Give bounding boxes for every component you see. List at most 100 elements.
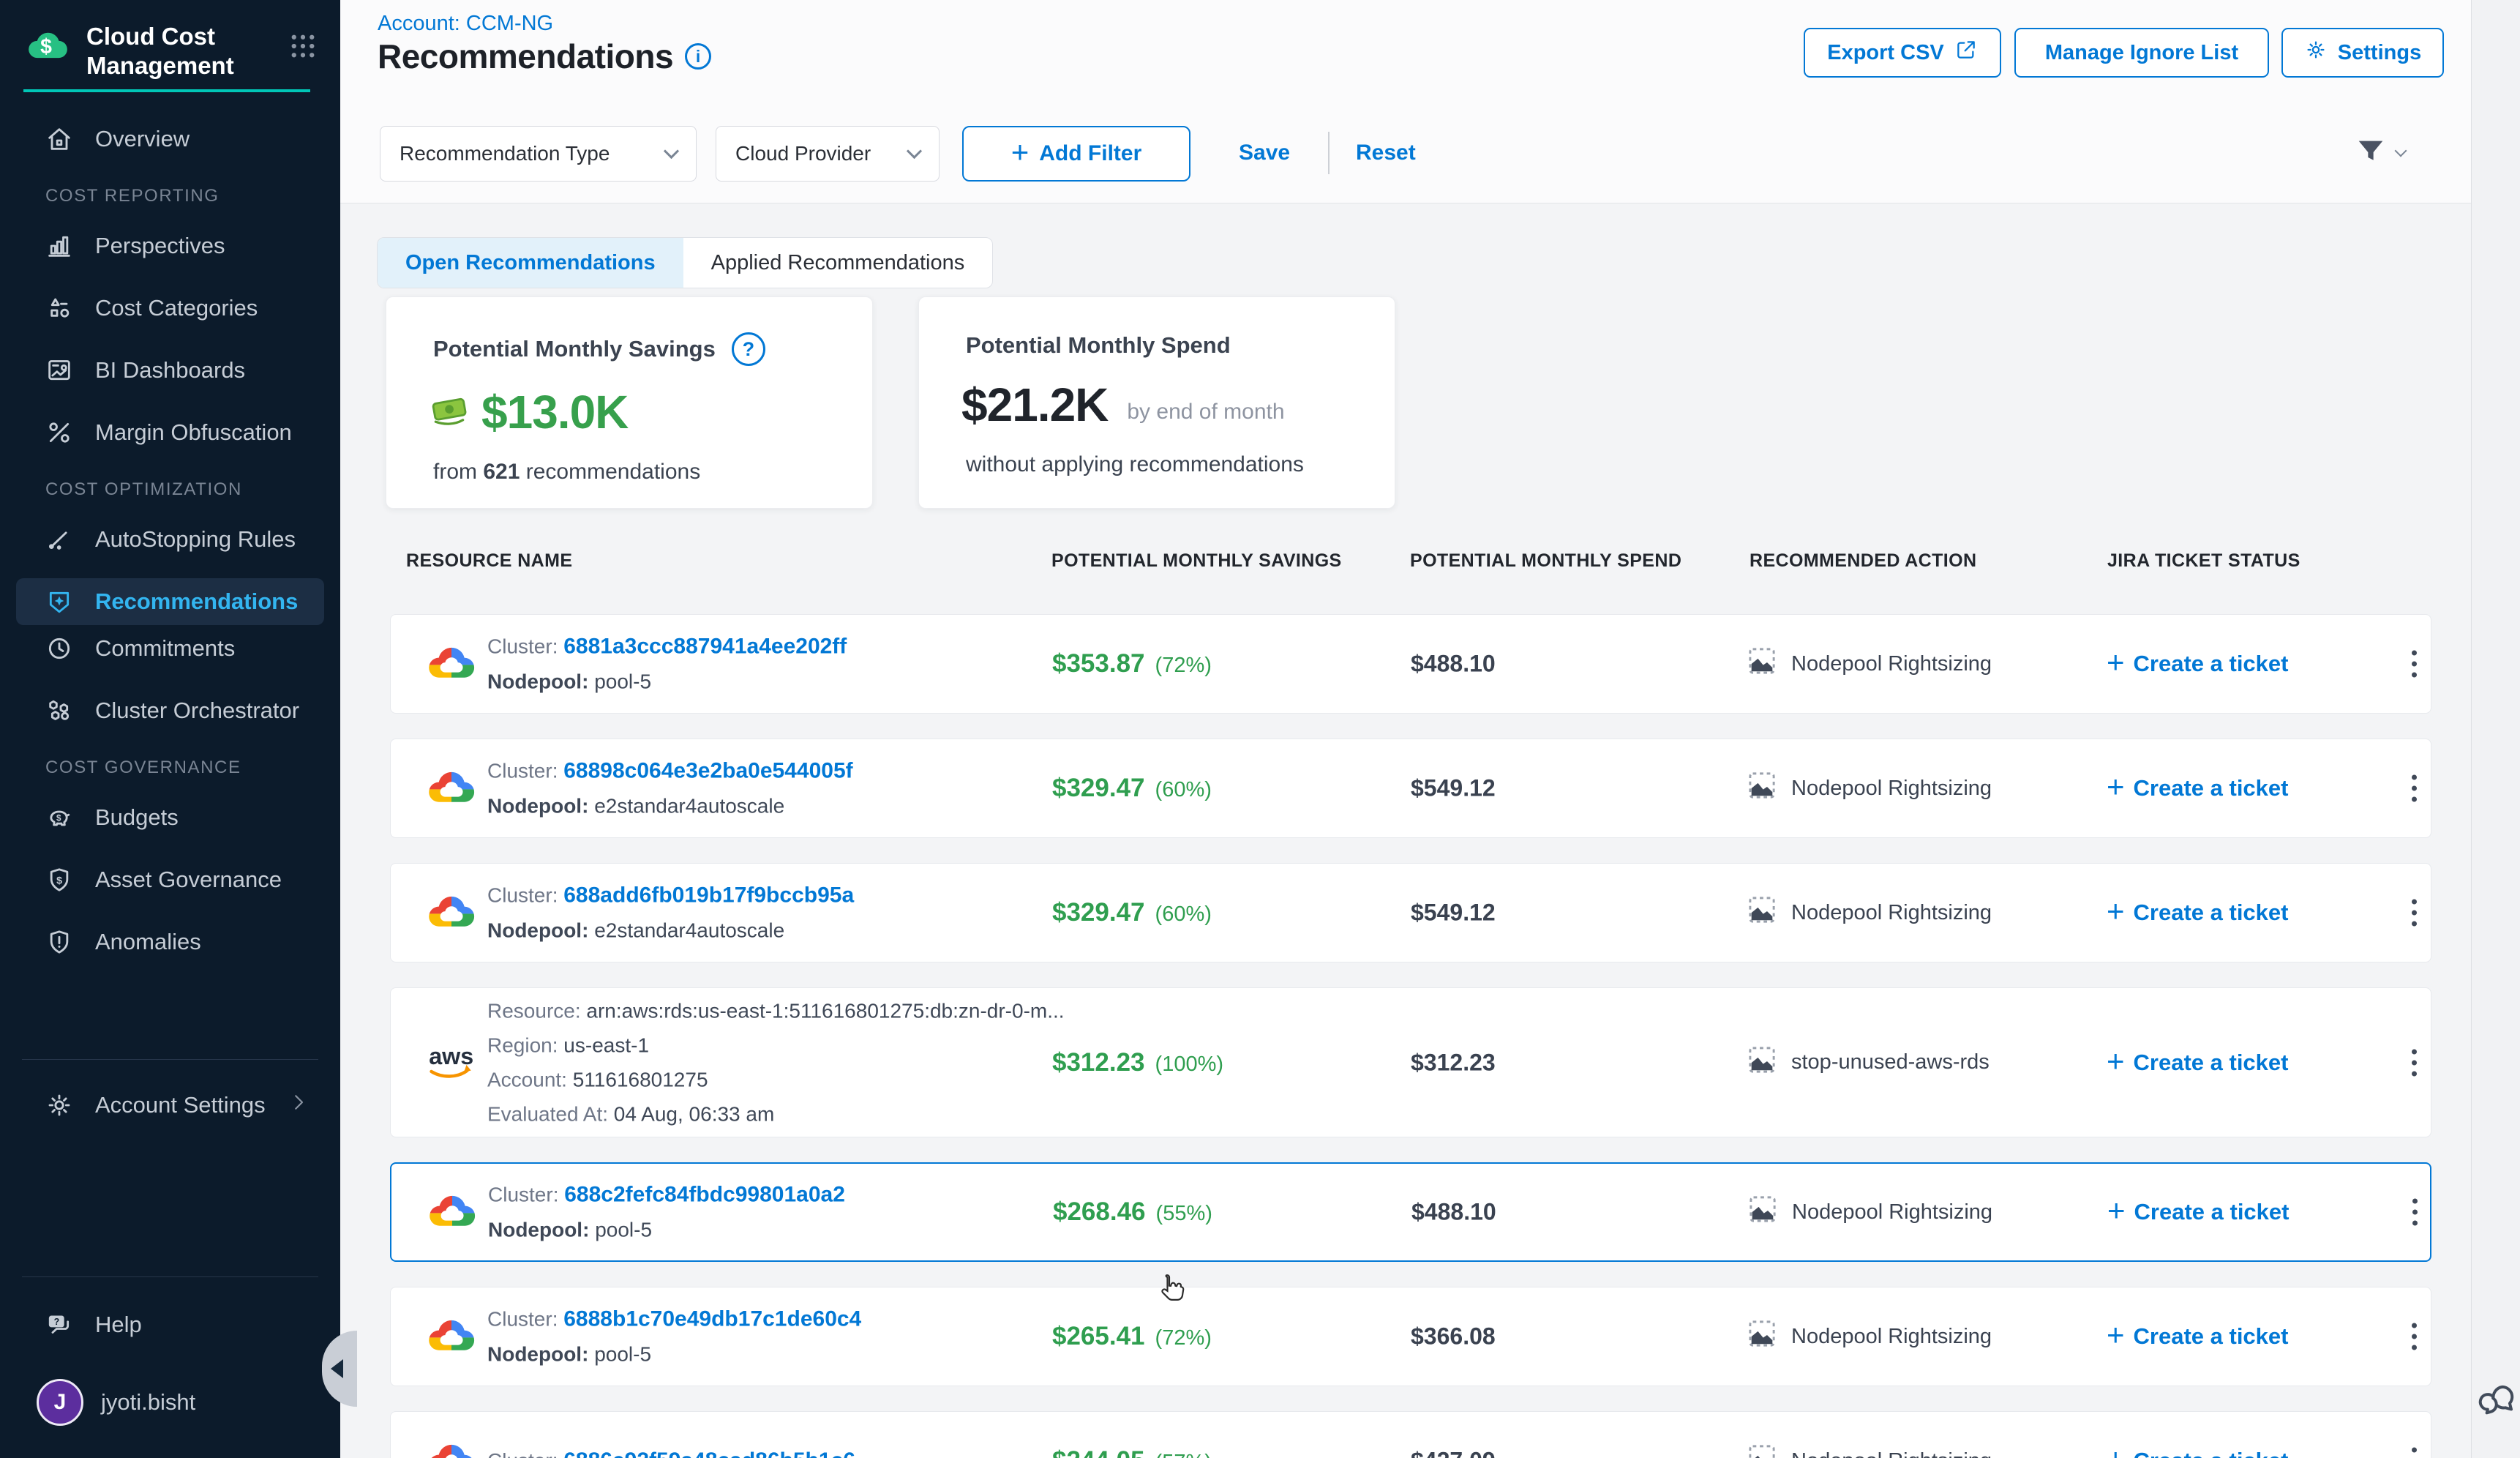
sidebar-item-label: Cluster Orchestrator — [95, 698, 299, 724]
recommended-action: Nodepool Rightsizing — [1746, 1442, 1992, 1458]
sidebar-item-margin-obfuscation[interactable]: Margin Obfuscation — [0, 409, 340, 456]
gcp-logo-icon — [427, 766, 476, 811]
chevron-down-icon — [2395, 145, 2407, 157]
potential-spend-value: $427.09 — [1411, 1448, 1496, 1458]
table-row[interactable]: Cluster: 6881a3ccc887941a4ee202ffNodepoo… — [390, 614, 2431, 714]
sidebar-item-cost-categories[interactable]: Cost Categories — [0, 285, 340, 332]
app-title: Cloud Cost Management — [86, 22, 260, 80]
column-header-potential-monthly-savings: POTENTIAL MONTHLY SAVINGS — [1051, 550, 1342, 572]
spend-subtext: without applying recommendations — [966, 452, 1395, 477]
plus-icon: + — [2107, 1044, 2125, 1079]
sidebar-item-label: Account Settings — [95, 1092, 266, 1118]
sidebar-item-anomalies[interactable]: Anomalies — [0, 919, 340, 965]
create-ticket-button[interactable]: +Create a ticket — [2107, 1196, 2289, 1228]
table-row[interactable]: Cluster: 68898c064e3e2ba0e544005fNodepoo… — [390, 739, 2431, 838]
sidebar-item-overview[interactable]: Overview — [0, 116, 340, 162]
recommendations-sparkle-icon — [42, 587, 76, 616]
row-menu-button[interactable] — [2404, 1042, 2424, 1083]
plus-icon: + — [2107, 894, 2125, 929]
save-filter-link[interactable]: Save — [1239, 141, 1290, 165]
resource-link[interactable]: 6888b1c70e49db17c1de60c4 — [563, 1307, 861, 1331]
column-header-recommended-action: RECOMMENDED ACTION — [1750, 550, 1976, 572]
breadcrumb-account-link[interactable]: Account: CCM-NG — [378, 12, 553, 36]
add-filter-button[interactable]: + Add Filter — [962, 126, 1190, 182]
funnel-icon — [2354, 135, 2388, 172]
resource-link[interactable]: 688c2fefc84fbdc99801a0a2 — [564, 1183, 845, 1207]
potential-savings-value: $244.05(57%) — [1052, 1446, 1212, 1458]
row-menu-button[interactable] — [2404, 643, 2424, 685]
create-ticket-button[interactable]: +Create a ticket — [2107, 1445, 2288, 1458]
help-bubble-icon: ? — [42, 1310, 76, 1339]
resource-name-cell: Cluster: 688add6fb019b17f9bccb95aNodepoo… — [487, 883, 854, 943]
cloud-provider-filter[interactable]: Cloud Provider — [716, 126, 940, 182]
resource-link[interactable]: 6881a3ccc887941a4ee202ff — [563, 635, 847, 659]
potential-savings-value: $329.47(60%) — [1052, 898, 1212, 927]
row-menu-button[interactable] — [2405, 1192, 2425, 1233]
resource-link[interactable]: 688add6fb019b17f9bccb95a — [563, 883, 854, 908]
table-row[interactable]: Cluster: 6886e92f59a48cad86b5b1c6$244.05… — [390, 1411, 2431, 1458]
module-grid-icon[interactable] — [288, 31, 318, 65]
sidebar-item-label: AutoStopping Rules — [95, 526, 296, 553]
resource-name-cell: Cluster: 688c2fefc84fbdc99801a0a2Nodepoo… — [488, 1183, 845, 1242]
resource-link[interactable]: 6886e92f59a48cad86b5b1c6 — [563, 1448, 855, 1458]
sidebar-item-label: Asset Governance — [95, 867, 282, 893]
resource-link[interactable]: 68898c064e3e2ba0e544005f — [563, 759, 852, 783]
create-ticket-button[interactable]: +Create a ticket — [2107, 1320, 2288, 1353]
table-row[interactable]: Cluster: 6888b1c70e49db17c1de60c4Nodepoo… — [390, 1287, 2431, 1386]
gcp-logo-icon — [427, 891, 476, 935]
svg-text:$: $ — [56, 814, 61, 823]
user-menu[interactable]: J jyoti.bisht — [0, 1379, 340, 1426]
column-header-resource-name: RESOURCE NAME — [406, 550, 572, 572]
table-row[interactable]: Cluster: 688c2fefc84fbdc99801a0a2Nodepoo… — [390, 1162, 2431, 1262]
sidebar-item-bi-dashboards[interactable]: BI Dashboards — [0, 347, 340, 394]
sidebar-item-autostopping-rules[interactable]: AutoStopping Rules — [0, 516, 340, 563]
sidebar-item-recommendations[interactable]: Recommendations — [16, 578, 324, 625]
recommendations-table: Cluster: 6881a3ccc887941a4ee202ffNodepoo… — [390, 614, 2431, 1458]
sidebar-item-commitments[interactable]: Commitments — [0, 625, 340, 672]
sidebar-item-asset-governance[interactable]: $ Asset Governance — [0, 856, 340, 903]
help-circle-icon[interactable]: ? — [732, 332, 765, 366]
info-icon[interactable]: i — [685, 43, 711, 70]
scroll-gutter[interactable] — [2471, 0, 2520, 1458]
column-header-potential-monthly-spend: POTENTIAL MONTHLY SPEND — [1410, 550, 1681, 572]
sidebar-item-help[interactable]: ? Help — [0, 1301, 340, 1348]
sidebar-item-budgets[interactable]: $Budgets — [0, 794, 340, 841]
svg-text:?: ? — [54, 1317, 60, 1327]
row-menu-button[interactable] — [2404, 1440, 2424, 1458]
hexagon-cluster-icon — [42, 696, 76, 725]
chat-support-button[interactable] — [2478, 1380, 2519, 1425]
table-row[interactable]: Cluster: 688add6fb019b17f9bccb95aNodepoo… — [390, 863, 2431, 962]
reset-filter-link[interactable]: Reset — [1356, 141, 1416, 165]
potential-spend-value: $488.10 — [1411, 1199, 1496, 1226]
potential-savings-value: $329.47(60%) — [1052, 774, 1212, 803]
row-menu-button[interactable] — [2404, 892, 2424, 934]
create-ticket-button[interactable]: +Create a ticket — [2107, 1047, 2288, 1079]
sidebar-item-perspectives[interactable]: Perspectives — [0, 223, 340, 269]
row-menu-button[interactable] — [2404, 1316, 2424, 1358]
clock-history-icon — [42, 634, 76, 663]
dashboard-image-icon — [42, 356, 76, 385]
recommended-action: Nodepool Rightsizing — [1746, 894, 1992, 932]
tab-open-recommendations[interactable]: Open Recommendations — [378, 238, 683, 288]
filter-menu-button[interactable] — [2354, 135, 2405, 172]
savings-value: $13.0K — [481, 385, 628, 439]
create-ticket-button[interactable]: +Create a ticket — [2107, 772, 2288, 804]
manage-ignore-list-button[interactable]: Manage Ignore List — [2014, 28, 2269, 78]
sidebar-divider — [22, 1059, 318, 1060]
row-menu-button[interactable] — [2404, 768, 2424, 810]
rightsizing-action-icon — [1746, 645, 1778, 683]
app-root: $ Cloud Cost Management OverviewCOST REP… — [0, 0, 2520, 1458]
recommendation-type-filter[interactable]: Recommendation Type — [380, 126, 697, 182]
tab-applied-recommendations[interactable]: Applied Recommendations — [683, 238, 993, 288]
create-ticket-button[interactable]: +Create a ticket — [2107, 648, 2288, 680]
recommended-action: Nodepool Rightsizing — [1746, 769, 1992, 807]
settings-button[interactable]: Settings — [2281, 28, 2444, 78]
sidebar-item-cluster-orchestrator[interactable]: Cluster Orchestrator — [0, 687, 340, 734]
create-ticket-button[interactable]: +Create a ticket — [2107, 897, 2288, 929]
recommended-action: Nodepool Rightsizing — [1746, 1317, 1992, 1356]
sidebar-section-label: COST GOVERNANCE — [45, 758, 340, 778]
table-row[interactable]: awsResource: arn:aws:rds:us-east-1:51161… — [390, 987, 2431, 1137]
shield-dollar-icon: $ — [42, 865, 76, 894]
sidebar-item-account-settings[interactable]: Account Settings — [0, 1082, 340, 1129]
export-csv-button[interactable]: Export CSV — [1804, 28, 2001, 78]
